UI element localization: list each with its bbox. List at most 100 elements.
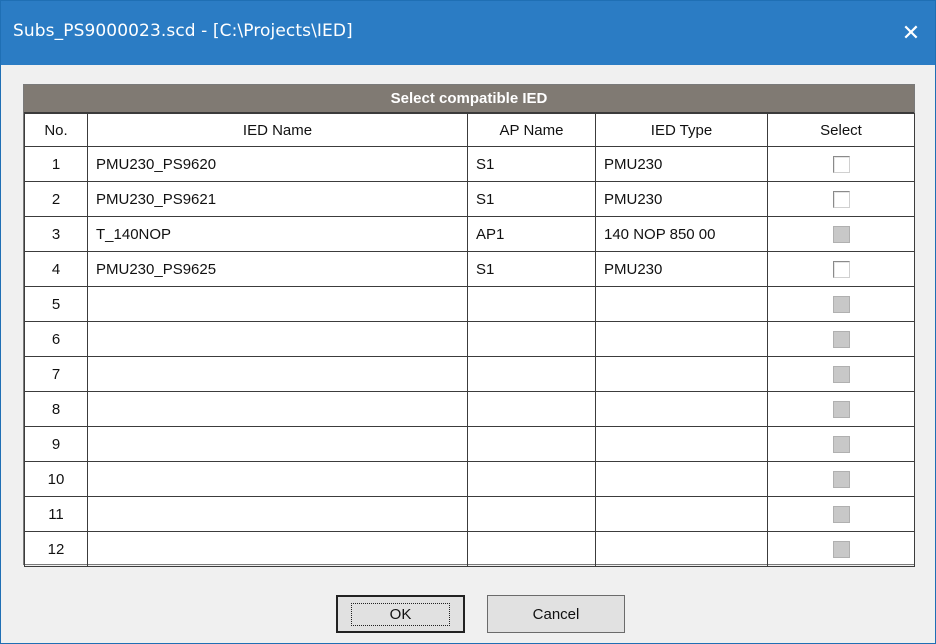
close-icon[interactable]: ✕ [887,1,935,65]
ied-name-cell: T_140NOP [87,216,468,252]
select-checkbox[interactable] [832,190,850,208]
ied-name-cell [87,461,468,497]
select-checkbox [832,365,850,383]
row-number: 8 [24,391,88,427]
select-cell [767,251,915,287]
table-row[interactable]: 4 PMU230_PS9625 S1 PMU230 [24,251,915,287]
ied-table: No. IED Name AP Name IED Type Select 1 PM… [24,113,915,567]
row-number: 2 [24,181,88,217]
select-checkbox [832,330,850,348]
select-cell [767,496,915,532]
select-cell [767,391,915,427]
select-cell [767,286,915,322]
select-cell [767,146,915,182]
ied-name-cell [87,391,468,427]
select-cell [767,461,915,497]
row-number: 9 [24,426,88,462]
ied-name-cell [87,426,468,462]
row-number: 4 [24,251,88,287]
ied-type-cell [595,356,768,392]
table-row[interactable]: 7 [24,356,915,392]
header-ap-name: AP Name [467,113,596,147]
table-row[interactable]: 8 [24,391,915,427]
ied-name-cell [87,321,468,357]
header-no: No. [24,113,88,147]
header-select: Select [767,113,915,147]
ied-type-cell: 140 NOP 850 00 [595,216,768,252]
ied-name-cell [87,531,468,567]
select-cell [767,181,915,217]
table-row[interactable]: 3 T_140NOP AP1 140 NOP 850 00 [24,216,915,252]
select-cell [767,321,915,357]
row-number: 1 [24,146,88,182]
ied-name-cell [87,496,468,532]
ied-type-cell: PMU230 [595,251,768,287]
ap-name-cell [467,356,596,392]
ap-name-cell: S1 [467,146,596,182]
select-checkbox [832,225,850,243]
ap-name-cell [467,531,596,567]
row-number: 6 [24,321,88,357]
row-number: 7 [24,356,88,392]
ap-name-cell [467,461,596,497]
title-bar[interactable]: Subs_PS9000023.scd - [C:\Projects\IED] ✕ [1,1,935,65]
ap-name-cell [467,286,596,322]
select-checkbox [832,435,850,453]
table-row[interactable]: 6 [24,321,915,357]
ied-type-cell [595,531,768,567]
ied-grid: Select compatible IED No. IED Name AP Na… [23,84,915,567]
ap-name-cell: S1 [467,251,596,287]
row-number: 3 [24,216,88,252]
select-checkbox [832,400,850,418]
ied-name-cell: PMU230_PS9621 [87,181,468,217]
ied-type-cell [595,321,768,357]
ap-name-cell [467,391,596,427]
row-number: 10 [24,461,88,497]
ied-type-cell [595,496,768,532]
ied-type-cell [595,391,768,427]
ied-type-cell [595,461,768,497]
header-ied-type: IED Type [595,113,768,147]
table-header-row: No. IED Name AP Name IED Type Select [24,113,915,147]
window-title: Subs_PS9000023.scd - [C:\Projects\IED] [13,21,353,41]
select-checkbox[interactable] [832,260,850,278]
select-checkbox [832,295,850,313]
table-row[interactable]: 12 [24,531,915,567]
ied-type-cell [595,286,768,322]
ied-name-cell: PMU230_PS9625 [87,251,468,287]
table-row[interactable]: 5 [24,286,915,322]
select-checkbox[interactable] [832,155,850,173]
select-cell [767,216,915,252]
select-checkbox [832,505,850,523]
ap-name-cell: S1 [467,181,596,217]
table-row[interactable]: 2 PMU230_PS9621 S1 PMU230 [24,181,915,217]
ap-name-cell: AP1 [467,216,596,252]
ied-name-cell: PMU230_PS9620 [87,146,468,182]
ap-name-cell [467,496,596,532]
ied-name-cell [87,356,468,392]
ied-type-cell [595,426,768,462]
ap-name-cell [467,321,596,357]
select-cell [767,426,915,462]
select-cell [767,531,915,567]
ap-name-cell [467,426,596,462]
select-cell [767,356,915,392]
ied-type-cell: PMU230 [595,146,768,182]
table-row[interactable]: 10 [24,461,915,497]
select-checkbox [832,540,850,558]
table-row[interactable]: 11 [24,496,915,532]
row-number: 5 [24,286,88,322]
dialog-window: Subs_PS9000023.scd - [C:\Projects\IED] ✕… [0,0,936,644]
grid-caption: Select compatible IED [24,85,914,113]
row-number: 12 [24,531,88,567]
table-row[interactable]: 1 PMU230_PS9620 S1 PMU230 [24,146,915,182]
table-row[interactable]: 9 [24,426,915,462]
ok-button[interactable]: OK [336,595,465,633]
select-checkbox [832,470,850,488]
cancel-button[interactable]: Cancel [487,595,625,633]
header-ied-name: IED Name [87,113,468,147]
ok-button-label: OK [350,602,451,626]
ied-type-cell: PMU230 [595,181,768,217]
ied-name-cell [87,286,468,322]
row-number: 11 [24,496,88,532]
